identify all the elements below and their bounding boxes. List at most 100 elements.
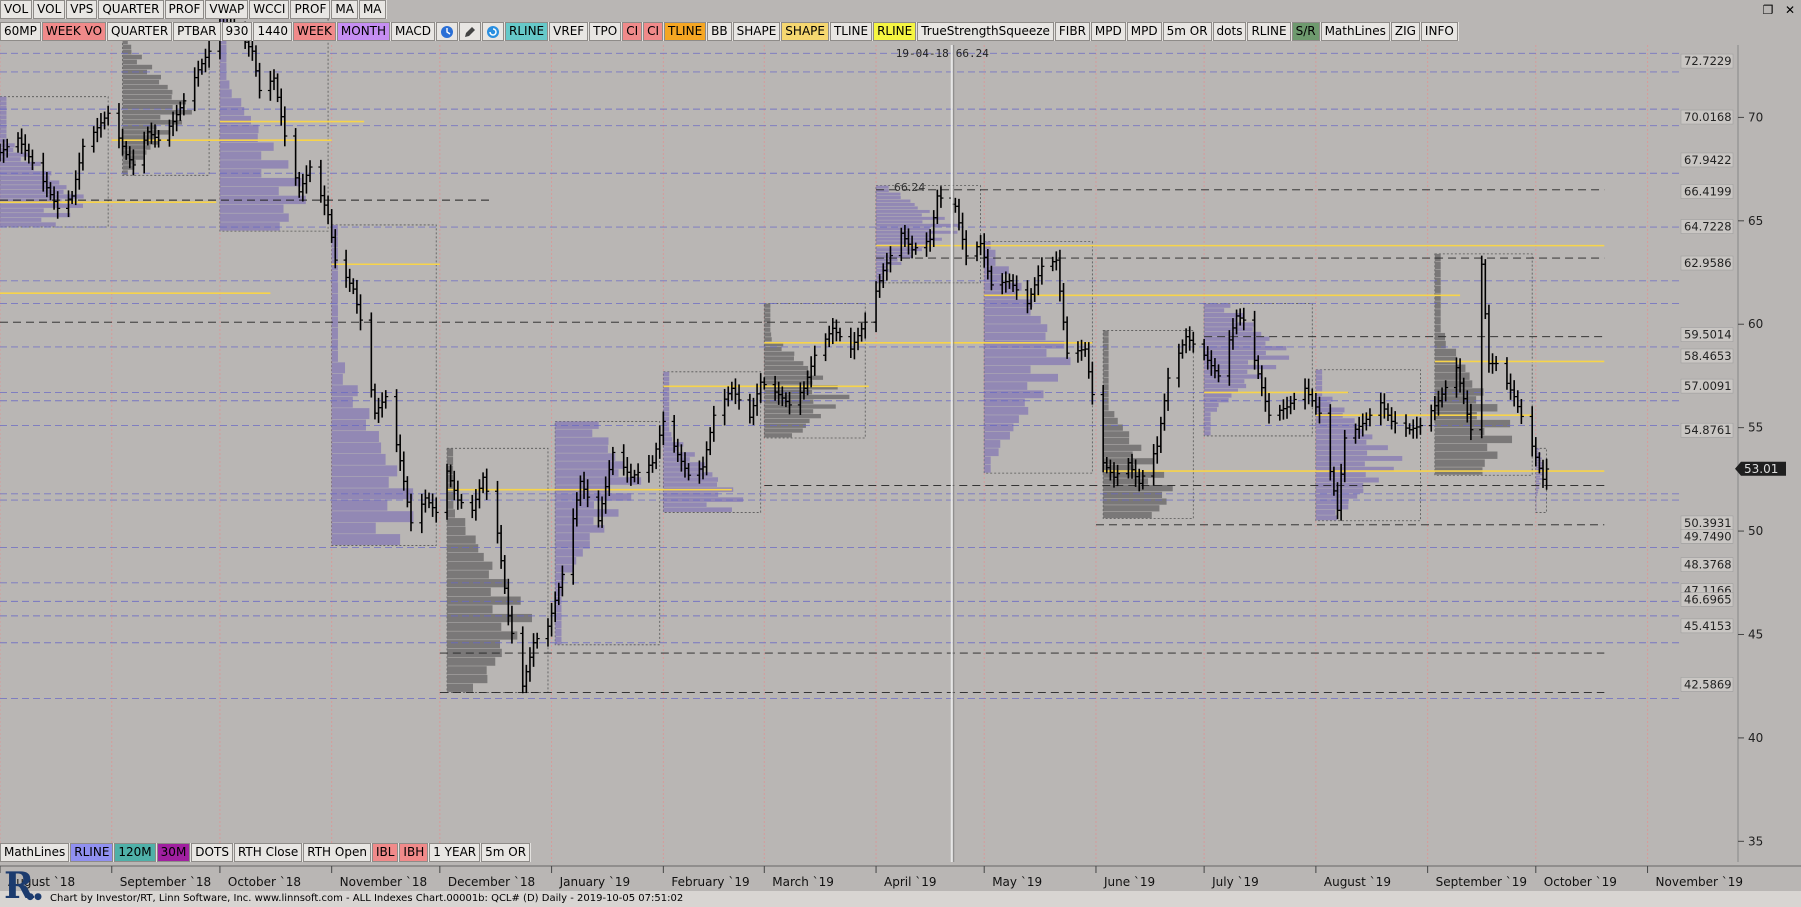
price-chart[interactable]: 19-04-18 66.24 66.24 35 40 45 50 55 60 65 70 72.722… (0, 0, 1801, 907)
volume-profile-bar (331, 327, 338, 339)
refresh-icon[interactable] (482, 22, 505, 41)
toolbar-button-macd[interactable]: MACD (391, 22, 436, 41)
close-icon[interactable]: ✕ (1779, 0, 1801, 19)
volume-profile-bar (1204, 393, 1232, 398)
toolbar-button-week[interactable]: WEEK (292, 22, 336, 41)
toolbar-button-ibl[interactable]: IBL (371, 843, 399, 862)
volume-profile-bar (0, 175, 50, 180)
volume-profile-bar (0, 217, 42, 222)
toolbar-button-vref[interactable]: VREF (549, 22, 589, 41)
pencil-icon[interactable] (459, 22, 482, 41)
month-label: April `19 (884, 875, 937, 889)
volume-profile-bar (0, 96, 7, 101)
toolbar-button-930[interactable]: 930 (221, 22, 253, 41)
toolbar-button-rline[interactable]: RLINE (873, 22, 917, 41)
volume-profile-bar (663, 427, 670, 432)
toolbar-button-vol[interactable]: VOL (33, 0, 66, 19)
volume-profile-bar (1204, 308, 1225, 313)
price-level-label: 66.4199 (1684, 184, 1732, 198)
volume-profile-bar (1434, 317, 1441, 325)
volume-profile-bar (219, 160, 289, 169)
toolbar-button-wcci[interactable]: WCCI (249, 0, 290, 19)
volume-profile-bar (1315, 402, 1331, 407)
toolbar-button-zig[interactable]: ZIG (1390, 22, 1420, 41)
volume-profile-bar (1204, 303, 1231, 308)
toolbar-button-tline[interactable]: TLINE (829, 22, 873, 41)
toolbar-button-1-year[interactable]: 1 YEAR (429, 843, 481, 862)
toolbar-button-shape[interactable]: SHAPE (732, 22, 781, 41)
toolbar-button-prof[interactable]: PROF (290, 0, 331, 19)
toolbar-button-week-vo[interactable]: WEEK VO (41, 22, 107, 41)
volume-profile-bar (1315, 456, 1403, 461)
volume-profile-bar (331, 362, 346, 374)
toolbar-button-info[interactable]: INFO (1420, 22, 1458, 41)
toolbar-button-quarter[interactable]: QUARTER (98, 0, 164, 19)
toolbar-button-rline[interactable]: RLINE (505, 22, 549, 41)
toolbar-button-truestrengthsqueeze[interactable]: TrueStrengthSqueeze (917, 22, 1054, 41)
toolbar-button-mpd[interactable]: MPD (1090, 22, 1126, 41)
y-tick-label: 40 (1748, 731, 1763, 745)
price-level-label: 50.3931 (1684, 516, 1732, 530)
volume-profile-bar (1434, 380, 1473, 388)
volume-profile-bar (764, 380, 813, 385)
volume-profile-bar (331, 442, 382, 454)
toolbar-button-30m[interactable]: 30M (156, 843, 191, 862)
volume-profile-bar (1204, 431, 1211, 436)
toolbar-button-vps[interactable]: VPS (66, 0, 98, 19)
toolbar-button-dots[interactable]: DOTS (191, 843, 233, 862)
toolbar-button-ibh[interactable]: IBH (399, 843, 429, 862)
volume-profile-bar (555, 461, 625, 469)
clock-icon[interactable] (436, 22, 459, 41)
toolbar-button-ptbar[interactable]: PTBAR (173, 22, 221, 41)
month-label: June `19 (1103, 875, 1155, 889)
volume-profile-bar (219, 62, 227, 72)
toolbar-button-vol[interactable]: VOL (0, 0, 33, 19)
toolbar-button-prof[interactable]: PROF (164, 0, 205, 19)
toolbar-button-quarter[interactable]: QUARTER (107, 22, 173, 41)
volume-profile-bar (876, 220, 923, 224)
volume-profile-bar (331, 511, 414, 523)
toolbar-button-mathlines[interactable]: MathLines (1320, 22, 1390, 41)
toolbar-button-mathlines[interactable]: MathLines (0, 843, 70, 862)
toolbar-button-ma[interactable]: MA (358, 0, 386, 19)
volume-profile-bar (1103, 437, 1130, 445)
toolbar-button-shape[interactable]: SHAPE (781, 22, 829, 41)
volume-profile-bar (122, 110, 192, 115)
toolbar-button-ci[interactable]: CI (643, 22, 664, 41)
volume-profile-bar (1434, 419, 1511, 428)
toolbar-button-fibr[interactable]: FIBR (1054, 22, 1090, 41)
volume-profile-bar (663, 437, 673, 442)
toolbar-button-bb[interactable]: BB (707, 22, 732, 41)
toolbar-button-month[interactable]: MONTH (336, 22, 391, 41)
volume-profile-bar (122, 59, 137, 65)
toolbar-button-mpd[interactable]: MPD (1126, 22, 1162, 41)
volume-profile-bar (984, 440, 1001, 448)
toolbar-button-tpo[interactable]: TPO (589, 22, 622, 41)
toolbar-button-60mp[interactable]: 60MP (0, 22, 41, 41)
toolbar-button-rline[interactable]: RLINE (70, 843, 114, 862)
toolbar-button-tline[interactable]: TLINE (664, 22, 707, 41)
volume-profile-bar (331, 270, 338, 282)
toolbar-button-rth-open[interactable]: RTH Open (303, 843, 371, 862)
toolbar-button-120m[interactable]: 120M (114, 843, 156, 862)
volume-profile-bar (1204, 402, 1219, 408)
volume-profile-bar (0, 129, 7, 134)
toolbar-button-ma[interactable]: MA (331, 0, 358, 19)
toolbar-button-rline[interactable]: RLINE (1247, 22, 1291, 41)
volume-profile-bar (331, 373, 343, 385)
volume-profile-bar (555, 628, 562, 637)
volume-profile-bar (1315, 385, 1323, 391)
toolbar-button-1440[interactable]: 1440 (253, 22, 292, 41)
toolbar-button-dots[interactable]: dots (1212, 22, 1247, 41)
volume-profile-bar (1204, 336, 1270, 341)
toolbar-button-ci[interactable]: CI (622, 22, 643, 41)
volume-profile-bar (984, 382, 1028, 390)
toolbar-button-vwap[interactable]: VWAP (205, 0, 249, 19)
volume-profile-bar (0, 213, 71, 218)
volume-profile-bar (1103, 451, 1133, 458)
toolbar-button-5m-or[interactable]: 5m OR (1162, 22, 1212, 41)
toolbar-button-s-r[interactable]: S/R (1291, 22, 1320, 41)
restore-icon[interactable]: ❐ (1757, 0, 1779, 19)
toolbar-button-5m-or[interactable]: 5m OR (481, 843, 531, 862)
toolbar-button-rth-close[interactable]: RTH Close (233, 843, 303, 862)
